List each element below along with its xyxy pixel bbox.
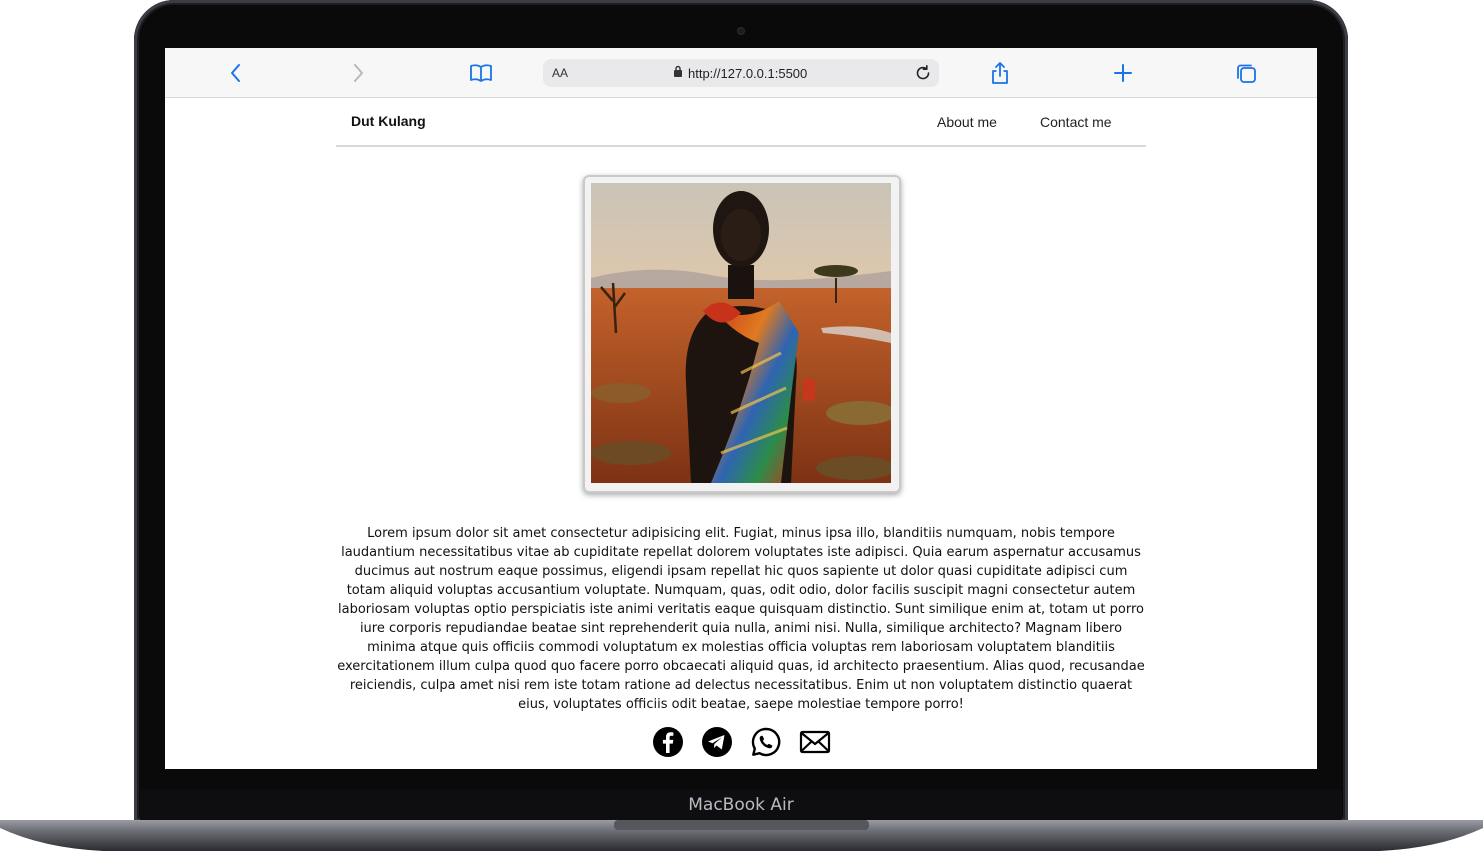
nav-link-contact[interactable]: Contact me: [1040, 114, 1112, 130]
webcam: [738, 28, 744, 34]
email-icon[interactable]: [799, 726, 831, 758]
nav-link-about[interactable]: About me: [937, 114, 997, 130]
tabs-overview-icon[interactable]: [1234, 61, 1258, 85]
new-tab-plus-icon[interactable]: [1111, 61, 1135, 85]
profile-photo: [583, 175, 901, 493]
device-label: MacBook Air: [140, 790, 1342, 820]
back-chevron-icon[interactable]: [224, 61, 248, 85]
laptop-base: [0, 818, 1483, 852]
address-bar[interactable]: AA http://127.0.0.1:5500: [543, 59, 939, 87]
lock-icon: [673, 64, 683, 82]
social-links: [165, 726, 1317, 758]
text-size-button[interactable]: AA: [552, 59, 568, 87]
bio-paragraph: Lorem ipsum dolor sit amet consectetur a…: [337, 526, 1145, 712]
url-text: http://127.0.0.1:5500: [688, 65, 808, 81]
facebook-icon[interactable]: [652, 726, 684, 758]
share-icon[interactable]: [988, 61, 1012, 85]
telegram-icon[interactable]: [701, 726, 733, 758]
browser-toolbar: AA http://127.0.0.1:5500: [165, 48, 1317, 98]
profile-portrait-illustration: [591, 183, 891, 483]
web-page: Dut Kulang About me Contact me Lorem ips…: [165, 98, 1317, 769]
site-brand[interactable]: Dut Kulang: [351, 113, 426, 129]
forward-chevron-icon[interactable]: [346, 61, 370, 85]
screen: AA http://127.0.0.1:5500 Dut Kulang Abou…: [165, 48, 1317, 769]
bookmarks-book-icon[interactable]: [469, 61, 493, 85]
reload-icon[interactable]: [913, 63, 933, 83]
site-navbar: Dut Kulang About me Contact me: [336, 98, 1146, 147]
whatsapp-icon[interactable]: [750, 726, 782, 758]
